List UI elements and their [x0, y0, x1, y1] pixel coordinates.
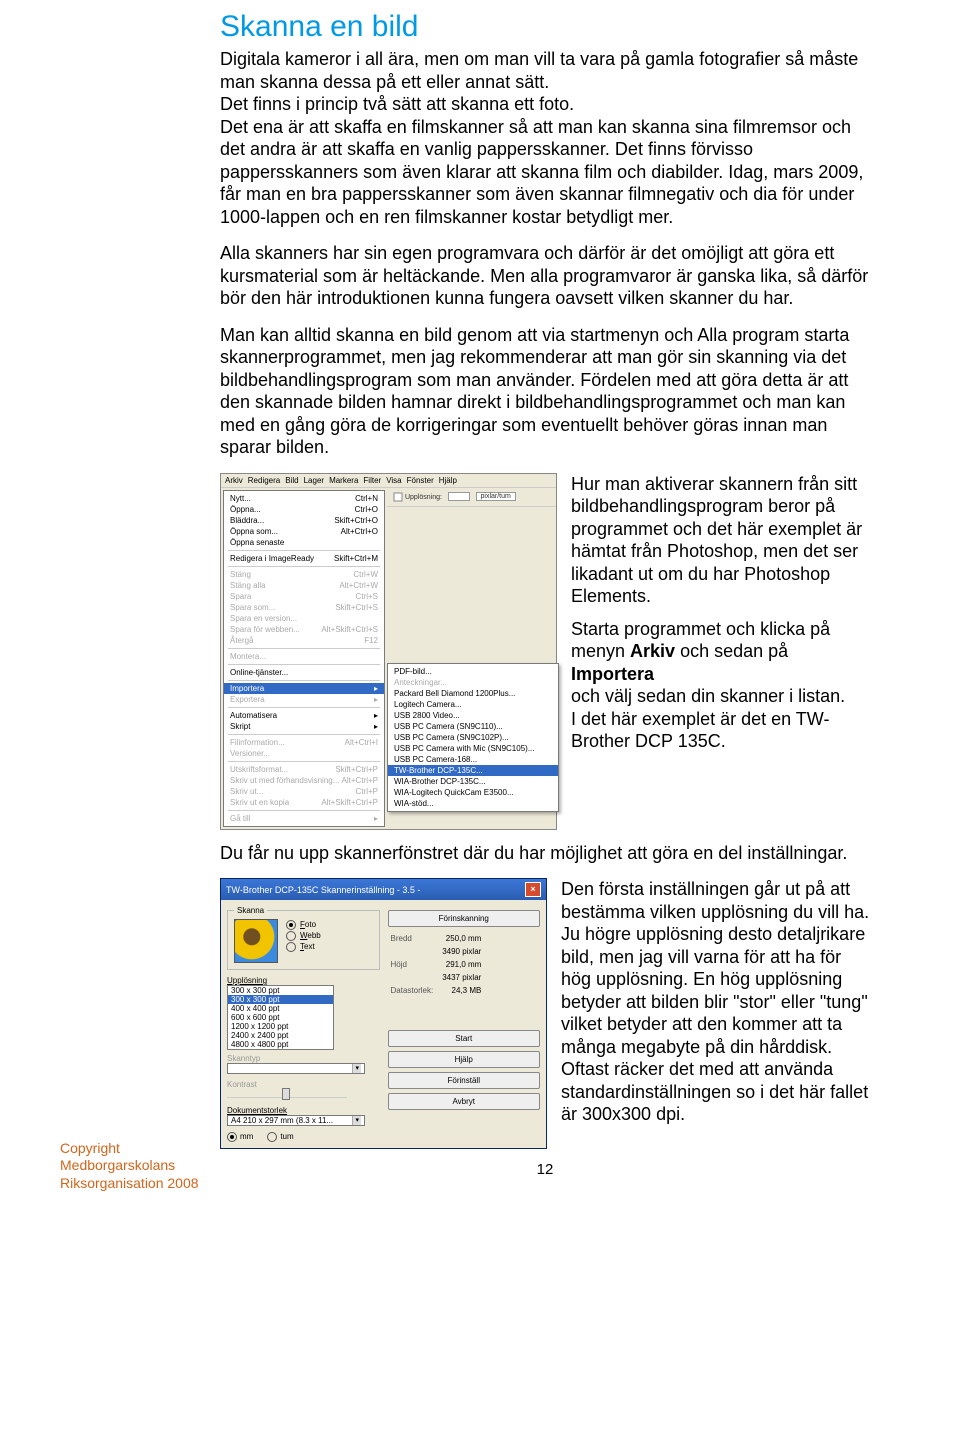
submenu-item[interactable]: WIA-Logitech QuickCam E3500... [388, 787, 558, 798]
menu-item[interactable]: SparaCtrl+S [224, 591, 384, 602]
menubar-item[interactable]: Arkiv [225, 476, 243, 485]
menubar-item[interactable]: Visa [386, 476, 401, 485]
dialog-titlebar: TW-Brother DCP-135C Skannerinställning -… [221, 879, 546, 900]
prescan-button[interactable]: Förinskanning [388, 910, 541, 927]
submenu-item[interactable]: PDF-bild... [388, 666, 558, 677]
menu-item[interactable]: Stäng allaAlt+Ctrl+W [224, 580, 384, 591]
submenu-item[interactable]: Anteckningar... [388, 677, 558, 688]
resolution-option[interactable]: 1200 x 1200 ppt [228, 1022, 333, 1031]
menu-item[interactable]: Versioner... [224, 748, 384, 759]
submenu-item[interactable]: USB PC Camera (SN9C102P)... [388, 732, 558, 743]
close-icon[interactable]: × [525, 882, 541, 897]
menu-item[interactable]: Nytt...Ctrl+N [224, 493, 384, 504]
body-paragraph: Digitala kameror i all ära, men om man v… [220, 48, 870, 228]
start-button[interactable]: Start [388, 1030, 541, 1047]
submenu-item[interactable]: USB PC Camera (SN9C110)... [388, 721, 558, 732]
menu-item[interactable]: Bläddra...Skift+Ctrl+O [224, 515, 384, 526]
menubar-item[interactable]: Fönster [407, 476, 434, 485]
menu-item[interactable]: Exportera▸ [224, 694, 384, 705]
submenu-item[interactable]: Packard Bell Diamond 1200Plus... [388, 688, 558, 699]
body-paragraph: Hur man aktiverar skannern från sitt bil… [571, 473, 870, 608]
photoshop-menu-screenshot: Arkiv Redigera Bild Lager Markera Filter Visa F… [220, 473, 557, 830]
menu-item[interactable]: Skriv ut med förhandsvisning...Alt+Ctrl+… [224, 775, 384, 786]
menubar: Arkiv Redigera Bild Lager Markera Filter Visa F… [221, 474, 556, 488]
menu-item[interactable]: Öppna som...Alt+Ctrl+O [224, 526, 384, 537]
menu-item[interactable]: Gå till▸ [224, 813, 384, 824]
submenu-item[interactable]: USB 2800 Video... [388, 710, 558, 721]
resolution-label: Upplösning [227, 976, 380, 985]
file-menu: Nytt...Ctrl+NÖppna...Ctrl+OBläddra...Ski… [223, 490, 385, 827]
submenu-item[interactable]: WIA-stöd... [388, 798, 558, 809]
menubar-item[interactable]: Bild [285, 476, 298, 485]
docsize-dropdown[interactable]: A4 210 x 297 mm (8.3 x 11...▾ [227, 1115, 365, 1126]
menubar-item[interactable]: Markera [329, 476, 358, 485]
menubar-item[interactable]: Filter [363, 476, 381, 485]
menu-item[interactable]: Skript▸ [224, 721, 384, 732]
menu-item[interactable]: Öppna senaste [224, 537, 384, 548]
menu-item[interactable]: Spara en version... [224, 613, 384, 624]
body-paragraph: Den första inställningen går ut på att b… [561, 878, 870, 1126]
footer-copyright: Copyright Medborgarskolans Riksorganisat… [60, 1140, 199, 1193]
menubar-item[interactable]: Hjälp [439, 476, 457, 485]
scantype-label: Skanntyp [227, 1054, 260, 1063]
menu-item[interactable]: Utskriftsformat...Skift+Ctrl+P [224, 764, 384, 775]
submenu-item[interactable]: USB PC Camera-168... [388, 754, 558, 765]
body-paragraph: Starta programmet och klicka på menyn Ar… [571, 618, 870, 753]
body-paragraph: Man kan alltid skanna en bild genom att … [220, 324, 870, 459]
menu-item[interactable]: Skriv ut...Ctrl+P [224, 786, 384, 797]
submenu-item[interactable]: USB PC Camera with Mic (SN9C105)... [388, 743, 558, 754]
docsize-label: Dokumentstorlek [227, 1106, 287, 1115]
unit-radios[interactable]: mm tum [227, 1132, 380, 1142]
menu-item[interactable]: Skriv ut en kopiaAlt+Skift+Ctrl+P [224, 797, 384, 808]
resolution-option[interactable]: 600 x 600 ppt [228, 1013, 333, 1022]
preview-thumbnail [234, 919, 278, 963]
scan-info-table: Bredd250,0 mm3490 pixlarHöjd291,0 mm3437… [388, 931, 485, 998]
scanner-dialog-screenshot: TW-Brother DCP-135C Skannerinställning -… [220, 878, 547, 1149]
menu-item[interactable]: Filinformation...Alt+Ctrl+I [224, 737, 384, 748]
submenu-item[interactable]: TW-Brother DCP-135C... [388, 765, 558, 776]
menu-item[interactable]: Öppna...Ctrl+O [224, 504, 384, 515]
menu-item[interactable]: Online-tjänster... [224, 667, 384, 678]
import-submenu: PDF-bild...Anteckningar...Packard Bell D… [387, 663, 559, 812]
hjälp-button[interactable]: Hjälp [388, 1051, 541, 1068]
förinställ-button[interactable]: Förinställ [388, 1072, 541, 1089]
submenu-item[interactable]: Logitech Camera... [388, 699, 558, 710]
resolution-option[interactable]: 4800 x 4800 ppt [228, 1040, 333, 1049]
menu-item[interactable]: Redigera i ImageReadySkift+Ctrl+M [224, 553, 384, 564]
menu-item[interactable]: Spara som...Skift+Ctrl+S [224, 602, 384, 613]
menu-item[interactable]: ÅtergåF12 [224, 635, 384, 646]
menubar-item[interactable]: Redigera [248, 476, 280, 485]
menu-item[interactable]: Spara för webben...Alt+Skift+Ctrl+S [224, 624, 384, 635]
page-title: Skanna en bild [220, 10, 870, 44]
body-paragraph: Du får nu upp skannerfönstret där du har… [220, 842, 870, 865]
unit-radio[interactable]: mm [227, 1132, 253, 1142]
options-bar: Upplösning: pixlar/tum [387, 488, 556, 507]
menubar-item[interactable]: Lager [304, 476, 324, 485]
resolution-option[interactable]: 300 x 300 ppt [228, 986, 333, 995]
unit-radio[interactable]: tum [267, 1132, 293, 1142]
scantype-dropdown[interactable]: ▾ [227, 1063, 365, 1074]
menu-item[interactable]: Automatisera▸ [224, 710, 384, 721]
scan-type-group: Skanna FotoWebbText [227, 906, 380, 970]
resolution-option[interactable]: 2400 x 2400 ppt [228, 1031, 333, 1040]
page-number: 12 [220, 1161, 870, 1178]
contrast-label: Kontrast [227, 1080, 257, 1089]
menu-item[interactable]: Importera▸ [224, 683, 384, 694]
body-paragraph: Alla skanners har sin egen programvara o… [220, 242, 870, 310]
resolution-listbox[interactable]: 300 x 300 ppt300 x 300 ppt400 x 400 ppt6… [227, 985, 334, 1050]
resolution-option[interactable]: 300 x 300 ppt [228, 995, 333, 1004]
menu-item[interactable]: StängCtrl+W [224, 569, 384, 580]
menu-item[interactable]: Montera... [224, 651, 384, 662]
submenu-item[interactable]: WIA-Brother DCP-135C... [388, 776, 558, 787]
resolution-option[interactable]: 400 x 400 ppt [228, 1004, 333, 1013]
avbryt-button[interactable]: Avbryt [388, 1093, 541, 1110]
